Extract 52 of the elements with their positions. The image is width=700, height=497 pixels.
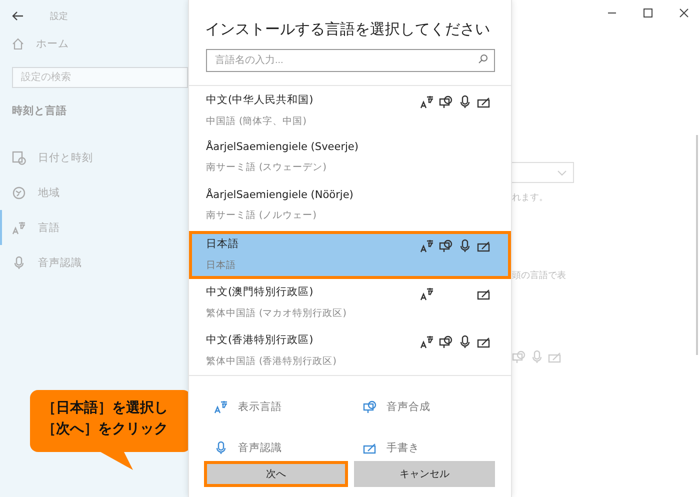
microphone-icon [530,350,544,364]
search-icon [478,54,488,64]
language-name: 中文(香港特別行政區) [206,333,314,347]
callout-text: ［次へ］をクリック [42,420,169,439]
dialog-title: インストールする言語を選択してください [204,19,491,40]
microphone-icon [214,441,228,456]
language-native-name: 南サーミ語 (ノルウェー) [206,209,318,222]
window-title: 設定 [50,10,68,22]
language-native-name: 繁体中国語 (マカオ特別行政区) [206,307,346,320]
background-text: れます。 [512,192,549,204]
maximize-icon [643,8,653,18]
chevron-down-icon [557,170,567,176]
language-name: ÅarjelSaemiengiele (Sveerje) [206,141,358,153]
language-icon [12,220,26,234]
language-native-name: 繁体中国語 (香港特別行政区) [206,355,336,368]
background-text: 頭の言語で表 [512,270,567,282]
calendar-clock-icon [12,150,26,164]
scrollbar[interactable] [696,135,698,355]
language-item[interactable]: 中文(香港特別行政區) 繁体中国語 (香港特別行政区) [189,327,511,375]
language-name: 中文(澳門特別行政區) [206,285,314,299]
callout-text: ［日本語］を選択し [42,399,169,418]
dropdown-field[interactable] [512,162,574,183]
language-name: 中文(中华人民共和国) [206,93,314,107]
language-search-field[interactable]: 言語名の入力... [206,49,495,72]
home-icon [12,38,24,50]
next-button[interactable]: 次へ [204,461,348,487]
section-heading: 時刻と言語 [11,104,68,119]
language-native-name: 南サーミ語 (スウェーデン) [206,161,328,174]
cancel-button[interactable]: キャンセル [354,461,495,487]
legend-label: 音声合成 [386,400,430,414]
language-name: 日本語 [206,237,239,251]
language-item[interactable]: ÅarjelSaemiengiele (Nöörje) 南サーミ語 (ノルウェー) [189,183,511,231]
language-item[interactable]: ÅarjelSaemiengiele (Sveerje) 南サーミ語 (スウェーデン) [189,135,511,183]
globe-icon [12,186,26,200]
language-item[interactable]: 中文(中华人民共和国) 中国語 (簡体字、中国) [189,87,511,135]
microphone-icon [12,256,26,270]
speech-bubble-icon [512,350,526,364]
language-name: ÅarjelSaemiengiele (Nöörje) [206,189,354,201]
language-item[interactable]: 中文(澳門特別行政區) 繁体中国語 (マカオ特別行政区) [189,279,511,327]
legend-label: 表示言語 [238,400,282,414]
language-item[interactable]: 日本語 日本語 [189,231,511,279]
language-native-name: 日本語 [206,259,237,272]
pen-icon [548,350,562,364]
language-native-name: 中国語 (簡体字、中国) [206,115,308,128]
speech-bubble-icon [362,400,376,414]
back-arrow-icon[interactable] [12,11,24,21]
settings-search-field[interactable]: 設定の検索 [12,67,188,88]
close-icon [679,8,689,18]
legend-label: 音声認識 [238,441,282,456]
language-icon [214,400,228,414]
pen-icon [362,441,376,456]
legend-label: 手書き [386,441,420,456]
